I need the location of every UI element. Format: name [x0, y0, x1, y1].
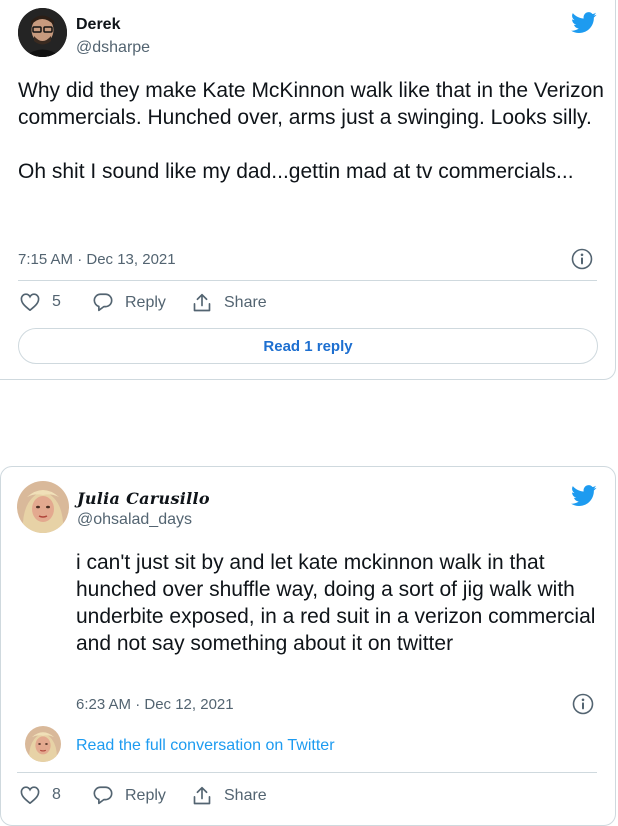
tweet-text: Why did they make Kate McKinnon walk lik… [18, 79, 604, 183]
like-button[interactable]: 8 [20, 786, 61, 804]
divider [18, 280, 597, 281]
tweet-timestamp[interactable]: 6:23 AM · Dec 12, 2021 [76, 696, 234, 713]
author-handle[interactable]: @dsharpe [76, 39, 150, 57]
reply-button[interactable]: Reply [93, 293, 166, 312]
conversation-avatar[interactable] [25, 726, 61, 762]
author-name[interactable]: Julia Carusillo [77, 489, 210, 508]
avatar[interactable] [17, 481, 69, 533]
tweet-timestamp[interactable]: 7:15 AM · Dec 13, 2021 [18, 251, 176, 268]
heart-icon [20, 293, 40, 311]
share-icon [193, 293, 211, 312]
tweet-text: i can't just sit by and let kate mckinno… [76, 551, 596, 655]
tweet-card[interactable]: Julia Carusillo @ohsalad_days i can't ju… [0, 466, 616, 826]
twitter-bird-icon[interactable] [571, 12, 597, 34]
like-count: 8 [52, 786, 61, 803]
reply-icon [93, 293, 113, 312]
info-icon[interactable] [572, 693, 594, 715]
reply-icon [93, 786, 113, 805]
share-button[interactable]: Share [192, 293, 267, 313]
like-button[interactable]: 5 [20, 293, 61, 311]
reply-label: Reply [125, 786, 166, 804]
author-handle[interactable]: @ohsalad_days [77, 511, 192, 529]
reply-label: Reply [125, 293, 166, 311]
conversation-link[interactable]: Read the full conversation on Twitter [76, 737, 335, 755]
share-icon [193, 786, 211, 805]
share-label: Share [224, 294, 267, 311]
twitter-bird-icon[interactable] [571, 485, 597, 507]
share-label: Share [224, 787, 267, 804]
read-replies-button[interactable]: Read 1 reply [18, 328, 598, 364]
reply-button[interactable]: Reply [93, 786, 166, 805]
heart-icon [20, 786, 40, 804]
share-button[interactable]: Share [192, 786, 267, 806]
avatar[interactable] [18, 8, 67, 57]
divider [17, 772, 597, 773]
like-count: 5 [52, 293, 61, 310]
author-name[interactable]: Derek [76, 16, 120, 34]
tweet-card[interactable]: Derek @dsharpe Why did they make Kate Mc… [0, 0, 616, 380]
info-icon[interactable] [571, 248, 593, 270]
